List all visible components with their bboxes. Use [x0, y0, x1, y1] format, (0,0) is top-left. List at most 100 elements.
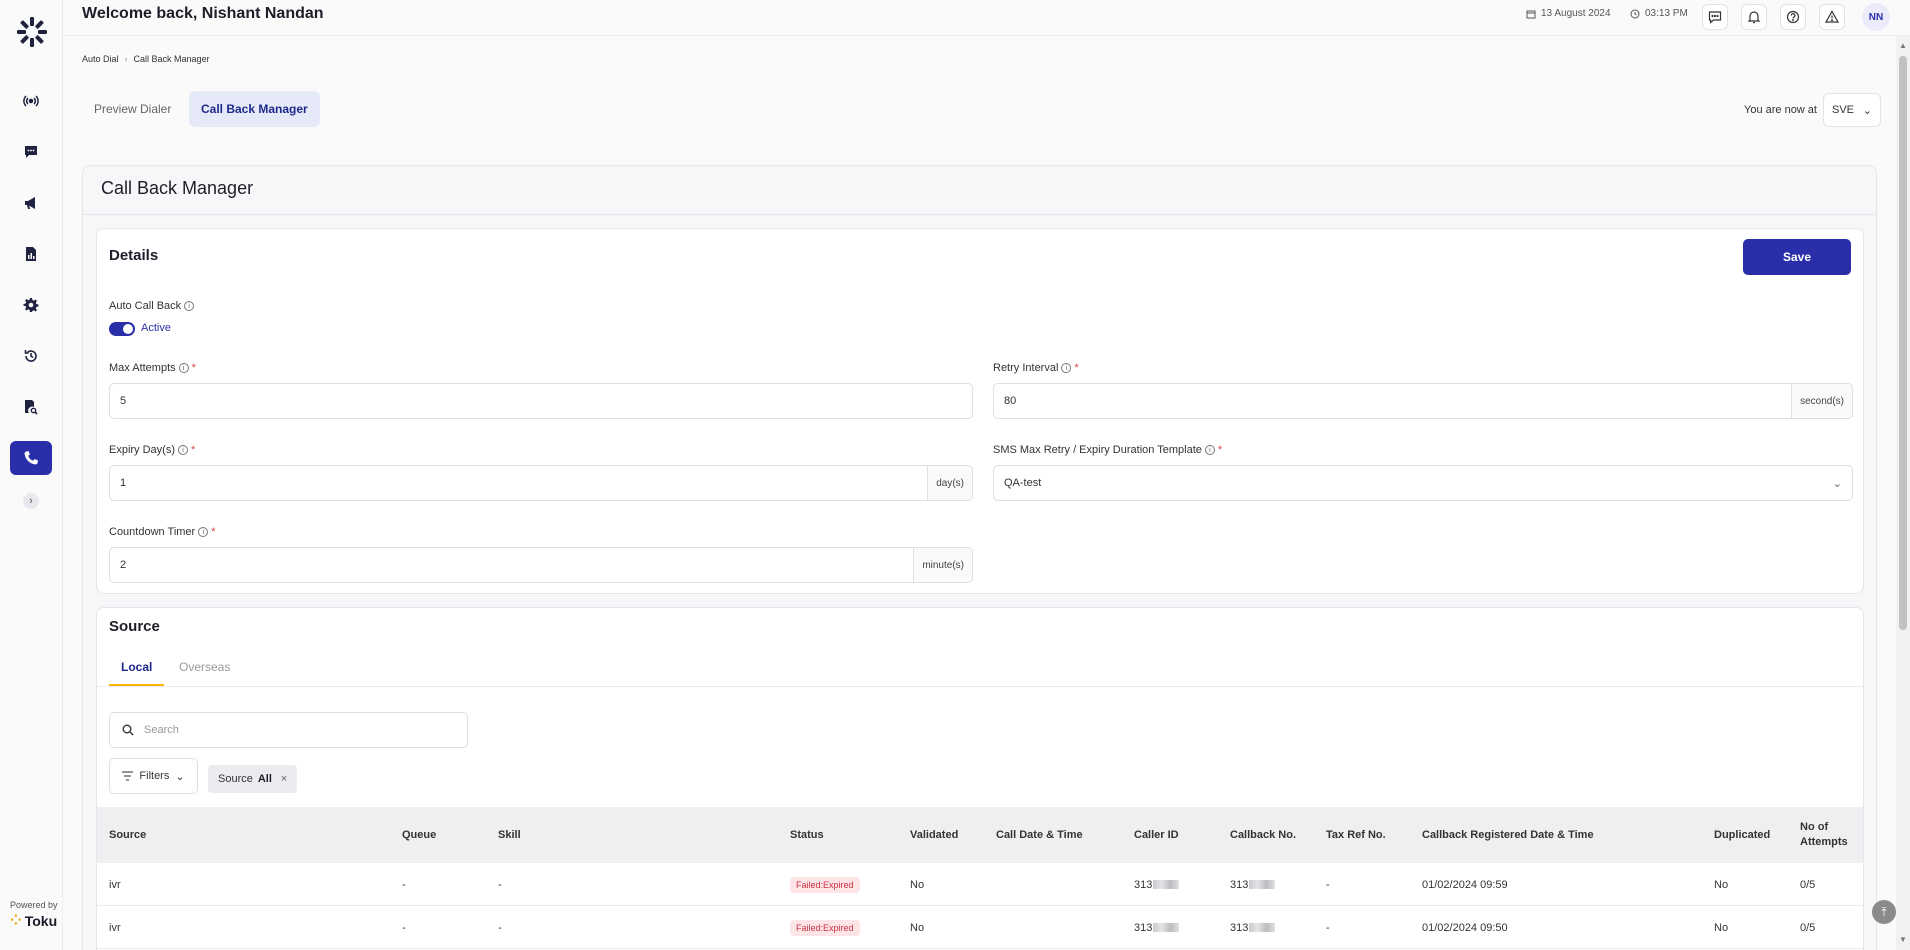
redacted-block: [1153, 923, 1180, 932]
search-document-icon[interactable]: [10, 390, 52, 424]
column-header[interactable]: Tax Ref No.: [1326, 807, 1386, 863]
message-icon[interactable]: [1702, 4, 1728, 30]
column-header[interactable]: Skill: [498, 807, 521, 863]
clock-icon: [1630, 9, 1640, 18]
chevron-down-icon: ⌄: [175, 770, 185, 783]
column-header[interactable]: Caller ID: [1134, 807, 1179, 863]
help-icon[interactable]: [1780, 4, 1806, 30]
info-icon[interactable]: i: [198, 527, 209, 537]
tab-local[interactable]: Local: [109, 660, 165, 686]
redacted-block: [1153, 880, 1180, 889]
logo-icon[interactable]: [16, 16, 48, 48]
cell-skill: -: [498, 921, 502, 934]
history-icon[interactable]: [10, 339, 52, 373]
countdown-timer-label: Countdown Timer i *: [109, 526, 216, 538]
info-icon[interactable]: i: [178, 445, 189, 455]
location-selector: You are now at SVE ⌄: [1744, 93, 1881, 127]
retry-interval-unit: second(s): [1791, 384, 1852, 418]
countdown-timer-input[interactable]: 2 minute(s): [109, 547, 973, 583]
divider: [83, 214, 1876, 215]
status-badge: Failed:Expired: [790, 919, 860, 936]
cell-duplicated: No: [1714, 921, 1729, 934]
close-icon[interactable]: ×: [281, 773, 287, 785]
filter-chip-source[interactable]: Source All ×: [208, 765, 298, 793]
toku-mark-icon: ⁘: [10, 912, 22, 928]
date-display: 13 August 2024: [1526, 8, 1611, 19]
breadcrumb-auto-dial[interactable]: Auto Dial: [82, 54, 119, 64]
details-card: Details Save Auto Call Back i Active Max …: [96, 228, 1864, 594]
column-header[interactable]: Source: [109, 807, 146, 863]
info-icon[interactable]: i: [1061, 363, 1072, 373]
chat-icon[interactable]: [10, 135, 52, 169]
breadcrumb-separator-icon: ›: [124, 54, 128, 64]
retry-interval-input[interactable]: 80 second(s): [993, 383, 1853, 419]
auto-call-back-toggle[interactable]: [109, 322, 135, 336]
cell-registered: 01/02/2024 09:59: [1422, 878, 1508, 891]
max-attempts-input[interactable]: 5: [109, 383, 973, 419]
column-header[interactable]: Call Date & Time: [996, 807, 1083, 863]
scroll-up-icon[interactable]: ▲: [1899, 42, 1907, 50]
cell-duplicated: No: [1714, 878, 1729, 891]
tab-preview-dialer[interactable]: Preview Dialer: [82, 91, 183, 127]
info-icon[interactable]: i: [1204, 445, 1215, 455]
column-header[interactable]: Duplicated: [1714, 807, 1770, 863]
source-title: Source: [109, 618, 160, 635]
cell-callback-no: 313: [1230, 906, 1276, 949]
retry-interval-label: Retry Interval i *: [993, 362, 1079, 374]
alert-icon[interactable]: [1819, 4, 1845, 30]
redacted-block: [1249, 923, 1276, 932]
sms-template-select[interactable]: QA-test ⌄: [993, 465, 1853, 501]
scroll-down-icon[interactable]: ▼: [1899, 936, 1907, 944]
tab-overseas[interactable]: Overseas: [167, 660, 242, 686]
cell-status: Failed:Expired: [790, 906, 860, 949]
column-header[interactable]: Callback Registered Date & Time: [1422, 807, 1594, 863]
welcome-text: Welcome back, Nishant Nandan: [82, 5, 324, 22]
location-label: You are now at: [1744, 104, 1817, 116]
chevron-down-icon: ⌄: [1832, 477, 1842, 490]
expiry-days-input[interactable]: 1 day(s): [109, 465, 973, 501]
tab-call-back-manager[interactable]: Call Back Manager: [189, 91, 320, 127]
cell-caller-id: 313: [1134, 906, 1180, 949]
cell-tax-ref: -: [1326, 921, 1330, 934]
info-icon[interactable]: i: [184, 301, 195, 311]
expiry-days-label: Expiry Day(s) i *: [109, 444, 196, 456]
filters-button[interactable]: Filters ⌄: [109, 758, 198, 794]
cell-skill: -: [498, 878, 502, 891]
powered-by-label: Powered by: [10, 900, 58, 910]
cell-queue: -: [402, 921, 406, 934]
avatar[interactable]: NN: [1862, 3, 1890, 31]
search-input[interactable]: Search: [109, 712, 468, 748]
column-header[interactable]: Callback No.: [1230, 807, 1296, 863]
page-title: Call Back Manager: [101, 178, 254, 198]
scroll-to-top-icon[interactable]: ⤒: [1872, 900, 1896, 924]
column-header[interactable]: Status: [790, 807, 824, 863]
cell-tax-ref: -: [1326, 878, 1330, 891]
save-button[interactable]: Save: [1743, 239, 1851, 275]
column-header[interactable]: Validated: [910, 807, 958, 863]
column-header[interactable]: No of Attempts: [1800, 807, 1855, 863]
scrollbar-thumb[interactable]: [1899, 56, 1907, 630]
cell-attempts: 0/5: [1800, 921, 1816, 934]
table-row[interactable]: ivr - - Failed:Expired No 313 313 - 01/0…: [97, 863, 1863, 906]
info-icon[interactable]: i: [178, 363, 189, 373]
cell-attempts: 0/5: [1800, 878, 1816, 891]
cell-validated: No: [910, 878, 925, 891]
report-icon[interactable]: [10, 237, 52, 271]
chevron-right-icon[interactable]: ›: [23, 493, 39, 509]
column-header[interactable]: Queue: [402, 807, 436, 863]
status-badge: Failed:Expired: [790, 876, 860, 893]
cell-queue: -: [402, 878, 406, 891]
cell-source: ivr: [109, 878, 121, 891]
toggle-state-label: Active: [141, 322, 171, 334]
redacted-block: [1249, 880, 1276, 889]
max-attempts-label: Max Attempts i *: [109, 362, 196, 374]
broadcast-icon[interactable]: [10, 84, 52, 118]
search-placeholder: Search: [144, 724, 179, 736]
location-select[interactable]: SVE ⌄: [1822, 93, 1881, 127]
table-row[interactable]: ivr - - Failed:Expired No 313 313 - 01/0…: [97, 906, 1863, 949]
megaphone-icon[interactable]: [10, 186, 52, 220]
sms-template-label: SMS Max Retry / Expiry Duration Template…: [993, 444, 1223, 456]
gear-icon[interactable]: [10, 288, 52, 322]
phone-icon[interactable]: [10, 441, 52, 475]
bell-icon[interactable]: [1741, 4, 1767, 30]
